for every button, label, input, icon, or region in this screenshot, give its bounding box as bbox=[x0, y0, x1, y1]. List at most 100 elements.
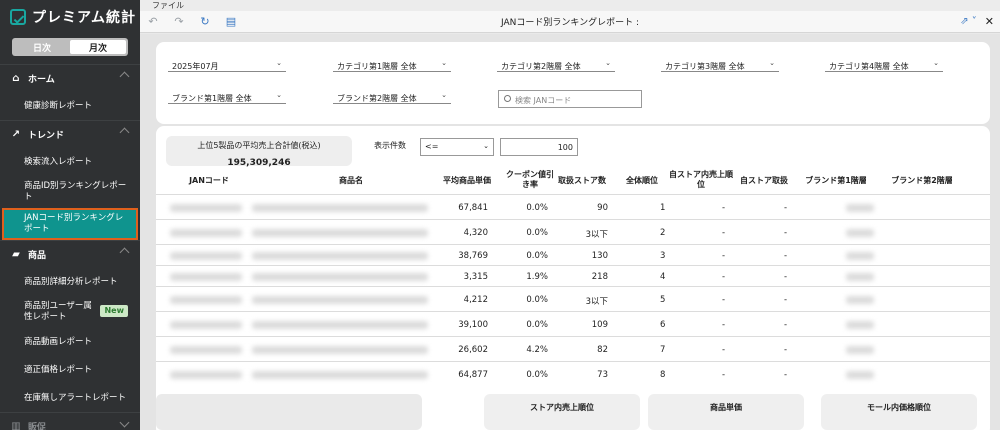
sidebar-item-health-report[interactable]: 健康診断レポート bbox=[0, 92, 140, 120]
display-count-input[interactable]: 100 bbox=[500, 138, 578, 156]
filter-panel: 2025年07月 ⌄ カテゴリ第1階層 全体 ⌄ カテゴリ第2階層 全体 ⌄ カテゴリ… bbox=[156, 42, 990, 124]
period-select[interactable]: 2025年07月 ⌄ bbox=[168, 56, 286, 72]
nav-section-sales-promo-label: 販促 bbox=[28, 423, 47, 430]
sidebar-item-product-video[interactable]: 商品動画レポート bbox=[0, 328, 140, 356]
sidebar-item-product-detail[interactable]: 商品別詳細分析レポート bbox=[0, 268, 140, 296]
cell-avg-price: 4,212 bbox=[463, 295, 488, 305]
chevron-up-icon bbox=[119, 127, 130, 138]
chevron-down-icon: ⌄ bbox=[276, 59, 282, 67]
table-row[interactable]: 3,315 1.9% 218 4 - - bbox=[156, 265, 990, 286]
chevron-up-icon bbox=[119, 247, 130, 258]
refresh-icon[interactable]: ↻ bbox=[192, 15, 218, 28]
cell-own-handling: - bbox=[784, 272, 788, 282]
period-toggle: 日次 月次 bbox=[12, 38, 128, 56]
category1-select[interactable]: カテゴリ第1階層 全体 ⌄ bbox=[333, 56, 451, 72]
product-name-cell bbox=[252, 321, 428, 329]
sidebar-item-product-id-ranking[interactable]: 商品ID別ランキングレポート bbox=[0, 176, 140, 208]
col-avg-price[interactable]: 平均商品単価 bbox=[432, 176, 502, 186]
table-row[interactable]: 38,769 0.0% 130 3 - - bbox=[156, 244, 990, 265]
cell-coupon: 0.0% bbox=[526, 295, 548, 305]
toggle-daily[interactable]: 日次 bbox=[14, 40, 70, 54]
display-operator-value: <= bbox=[425, 142, 439, 151]
app-logo[interactable]: プレミアム統計 bbox=[0, 0, 140, 34]
table-row[interactable]: 39,100 0.0% 109 6 - - bbox=[156, 311, 990, 336]
cell-stores: 218 bbox=[591, 272, 608, 282]
jan-code-cell bbox=[170, 229, 242, 237]
folder-icon: ▰ bbox=[12, 249, 20, 260]
brand2-select[interactable]: ブランド第2階層 全体 ⌄ bbox=[333, 88, 451, 104]
cell-own-handling: - bbox=[784, 320, 788, 330]
col-own-handling[interactable]: 自ストア取扱 bbox=[736, 176, 792, 186]
table-row[interactable]: 67,841 0.0% 90 1 - - bbox=[156, 194, 990, 219]
sidebar-item-out-of-stock[interactable]: 在庫無しアラートレポート bbox=[0, 384, 140, 412]
top5-summary-card: 上位5製品の平均売上合計値(税込) 195,309,246 bbox=[166, 136, 352, 168]
cell-overall-rank: 3 bbox=[660, 251, 666, 261]
document-icon[interactable]: ▤ bbox=[218, 15, 244, 28]
menu-file[interactable]: ファイル bbox=[152, 1, 184, 10]
table-row[interactable]: 26,602 4.2% 82 7 - - bbox=[156, 336, 990, 361]
col-jan[interactable]: JANコード bbox=[174, 176, 244, 186]
cell-own-rank: - bbox=[722, 203, 726, 213]
sidebar-item-product-user-attr[interactable]: 商品別ユーザー属性レポート New bbox=[0, 296, 140, 328]
col-coupon[interactable]: クーポン値引き率 bbox=[504, 170, 556, 189]
cell-own-rank: - bbox=[722, 370, 726, 380]
category2-select[interactable]: カテゴリ第2階層 全体 ⌄ bbox=[497, 56, 615, 72]
col-brand2[interactable]: ブランド第2階層 bbox=[882, 176, 962, 186]
col-name[interactable]: 商品名 bbox=[286, 176, 416, 186]
cell-own-handling: - bbox=[784, 370, 788, 380]
table-row[interactable]: 4,320 0.0% 3以下 2 - - bbox=[156, 219, 990, 244]
display-operator-select[interactable]: <= ⌄ bbox=[420, 138, 494, 156]
store-rank-card[interactable]: ストア内売上順位 bbox=[484, 394, 640, 430]
nav-section-trend[interactable]: ↗ トレンド bbox=[0, 120, 140, 148]
sidebar-item-fair-price[interactable]: 適正価格レポート bbox=[0, 356, 140, 384]
product-name-cell bbox=[252, 204, 428, 212]
product-name-cell bbox=[252, 252, 428, 260]
menu-bar: ファイル bbox=[140, 0, 1000, 11]
col-own-rank[interactable]: 自ストア内売上順位 bbox=[668, 170, 734, 189]
brand1-select[interactable]: ブランド第1階層 全体 ⌄ bbox=[168, 88, 286, 104]
share-icon[interactable]: ⇗ ˅ bbox=[960, 16, 977, 27]
cell-own-handling: - bbox=[784, 228, 788, 238]
category1-select-value: カテゴリ第1階層 全体 bbox=[337, 62, 417, 71]
cell-avg-price: 64,877 bbox=[458, 370, 488, 380]
table-row[interactable]: 64,877 0.0% 73 8 - - bbox=[156, 361, 990, 386]
cell-own-rank: - bbox=[722, 251, 726, 261]
category3-select[interactable]: カテゴリ第3階層 全体 ⌄ bbox=[661, 56, 779, 72]
chevron-down-icon: ⌄ bbox=[769, 59, 775, 67]
table-row[interactable]: 4,212 0.0% 3以下 5 - - bbox=[156, 286, 990, 311]
cell-own-rank: - bbox=[722, 272, 726, 282]
report-title: JANコード別ランキングレポート : bbox=[500, 18, 639, 28]
nav-section-products-label: 商品 bbox=[28, 251, 47, 261]
category4-select-value: カテゴリ第4階層 全体 bbox=[829, 62, 909, 71]
cell-avg-price: 39,100 bbox=[458, 320, 488, 330]
col-stores[interactable]: 取扱ストア数 bbox=[554, 176, 610, 186]
close-icon[interactable]: ✕ bbox=[985, 15, 994, 28]
brand-cell bbox=[846, 204, 874, 212]
logo-icon bbox=[10, 9, 26, 25]
new-badge: New bbox=[100, 305, 128, 317]
brand-cell bbox=[846, 252, 874, 260]
redo-icon[interactable]: ↷ bbox=[166, 15, 192, 28]
col-brand1[interactable]: ブランド第1階層 bbox=[796, 176, 876, 186]
jan-code-cell bbox=[170, 252, 242, 260]
undo-icon[interactable]: ↶ bbox=[140, 15, 166, 28]
chevron-down-icon bbox=[119, 417, 130, 428]
brand-cell bbox=[846, 296, 874, 304]
jan-search-input[interactable]: 検索 JANコード bbox=[498, 90, 642, 108]
nav-section-home[interactable]: ⌂ ホーム bbox=[0, 64, 140, 92]
cell-own-rank: - bbox=[722, 345, 726, 355]
toggle-monthly[interactable]: 月次 bbox=[70, 40, 126, 54]
category4-select[interactable]: カテゴリ第4階層 全体 ⌄ bbox=[825, 56, 943, 72]
toolbar: JANコード別ランキングレポート : ↶ ↷ ↻ ▤ ⇗ ˅ ✕ bbox=[140, 11, 1000, 33]
nav-section-products[interactable]: ▰ 商品 bbox=[0, 240, 140, 268]
col-overall-rank[interactable]: 全体順位 bbox=[616, 176, 668, 186]
chevron-down-icon: ⌄ bbox=[441, 91, 447, 99]
main-content: 2025年07月 ⌄ カテゴリ第1階層 全体 ⌄ カテゴリ第2階層 全体 ⌄ カテゴリ… bbox=[140, 34, 1000, 430]
jan-code-cell bbox=[170, 273, 242, 281]
cell-coupon: 0.0% bbox=[526, 228, 548, 238]
nav-section-sales-promo[interactable]: ▥ 販促 bbox=[0, 412, 140, 430]
sidebar-item-jan-ranking[interactable]: JANコード別ランキングレポート bbox=[2, 208, 138, 240]
mall-price-rank-card[interactable]: モール内価格順位 bbox=[821, 394, 977, 430]
unit-price-card[interactable]: 商品単価 bbox=[648, 394, 804, 430]
sidebar-item-search-inflow[interactable]: 検索流入レポート bbox=[0, 148, 140, 176]
